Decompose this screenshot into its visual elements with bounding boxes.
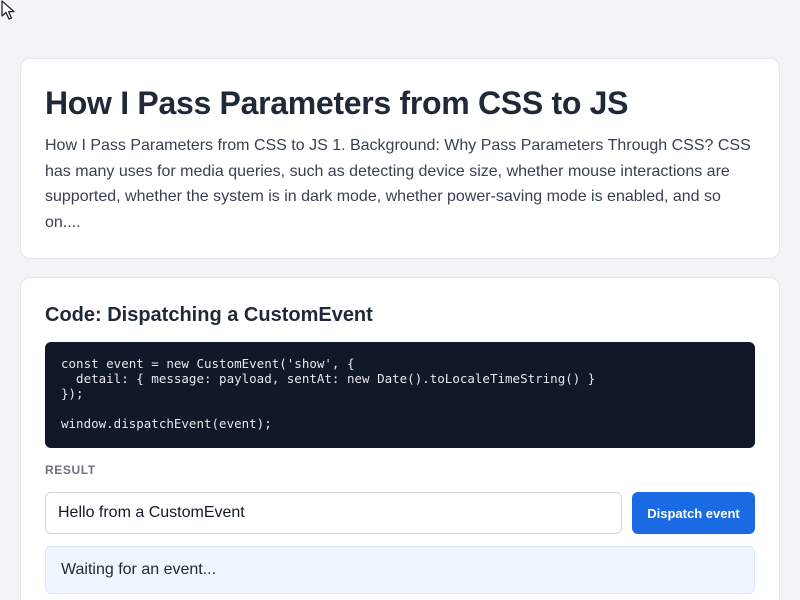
dispatch-event-button[interactable]: Dispatch event [632, 492, 755, 534]
code-block: const event = new CustomEvent('show', { … [45, 342, 755, 448]
page: How I Pass Parameters from CSS to JS How… [0, 0, 800, 600]
result-row: Dispatch event [45, 492, 755, 534]
code-card: Code: Dispatching a CustomEvent const ev… [20, 277, 780, 600]
status-text: Waiting for an event... [61, 561, 217, 578]
message-input[interactable] [45, 492, 622, 534]
status-message: Waiting for an event... [45, 546, 755, 594]
result-label: RESULT [45, 463, 96, 477]
section-title: Code: Dispatching a CustomEvent [45, 304, 373, 326]
intro-card: How I Pass Parameters from CSS to JS How… [20, 58, 780, 259]
intro-text: How I Pass Parameters from CSS to JS 1. … [45, 137, 751, 231]
page-title: How I Pass Parameters from CSS to JS [45, 85, 629, 121]
mouse-pointer-icon [1, 0, 15, 20]
